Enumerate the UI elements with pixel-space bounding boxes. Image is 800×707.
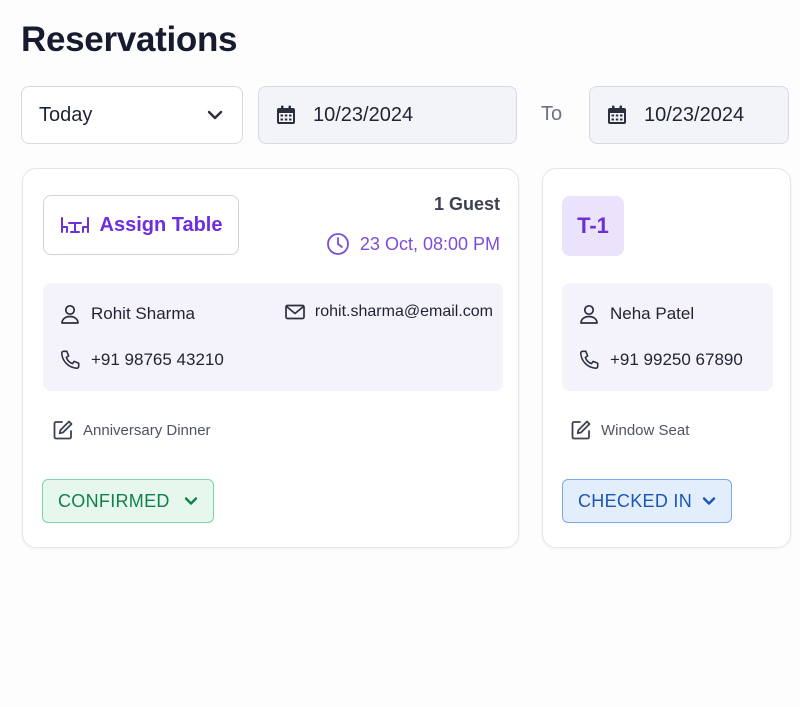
user-icon [59, 303, 81, 325]
guest-email-row: rohit.sharma@email.com [285, 303, 493, 321]
reservation-card: T-1 Neha Patel +91 99250 67890 Window Se… [542, 168, 791, 548]
to-date-value: 10/23/2024 [644, 103, 745, 126]
guest-email[interactable]: rohit.sharma@email.com [315, 303, 493, 321]
reservation-time-text: 23 Oct, 08:00 PM [359, 233, 500, 254]
guest-info-panel: Neha Patel +91 99250 67890 [562, 283, 773, 391]
period-select[interactable]: Today [21, 86, 243, 144]
assign-table-button[interactable]: Assign Table [43, 195, 239, 255]
chevron-down-icon [205, 105, 225, 125]
phone-icon [578, 349, 600, 371]
guest-count: 1 Guest [433, 194, 500, 214]
reservation-note: Anniversary Dinner [52, 419, 211, 441]
reservation-note-text: Anniversary Dinner [83, 421, 211, 439]
guest-name: Rohit Sharma [91, 304, 195, 323]
to-date-input[interactable]: 10/23/2024 [589, 86, 789, 144]
status-label: CHECKED IN [578, 490, 693, 511]
assign-table-label: Assign Table [99, 213, 223, 236]
status-dropdown[interactable]: CHECKED IN [562, 479, 732, 523]
edit-icon [52, 419, 74, 441]
edit-icon [570, 419, 592, 441]
calendar-icon [606, 104, 628, 126]
calendar-icon [275, 104, 297, 126]
chevron-down-icon [701, 493, 717, 509]
guest-phone-row: +91 98765 43210 [59, 349, 224, 371]
mail-icon [285, 304, 305, 320]
reservation-time: 23 Oct, 08:00 PM [326, 232, 500, 256]
guest-phone[interactable]: +91 99250 67890 [610, 350, 743, 370]
guest-phone-row: +91 99250 67890 [578, 349, 743, 371]
user-icon [578, 303, 600, 325]
guest-name: Neha Patel [610, 304, 695, 323]
reservation-card: Assign Table 1 Guest 23 Oct, 08:00 PM Ro… [22, 168, 519, 548]
status-dropdown[interactable]: CONFIRMED [42, 479, 214, 523]
reservation-note-text: Window Seat [601, 421, 690, 439]
guest-phone[interactable]: +91 98765 43210 [91, 350, 224, 370]
clock-icon [326, 232, 350, 256]
guest-name-row: Neha Patel [578, 303, 694, 325]
from-date-input[interactable]: 10/23/2024 [258, 86, 517, 144]
chevron-down-icon [183, 493, 199, 509]
period-select-value: Today [39, 103, 93, 126]
from-date-value: 10/23/2024 [313, 103, 414, 126]
table-badge[interactable]: T-1 [562, 196, 624, 256]
guest-info-panel: Rohit Sharma rohit.sharma@email.com +91 … [43, 283, 503, 391]
to-label: To [541, 103, 563, 125]
guest-name-row: Rohit Sharma [59, 303, 195, 325]
status-label: CONFIRMED [58, 490, 170, 511]
table-icon [60, 215, 90, 235]
reservation-note: Window Seat [570, 419, 689, 441]
phone-icon [59, 349, 81, 371]
page-title: Reservations [21, 20, 238, 59]
